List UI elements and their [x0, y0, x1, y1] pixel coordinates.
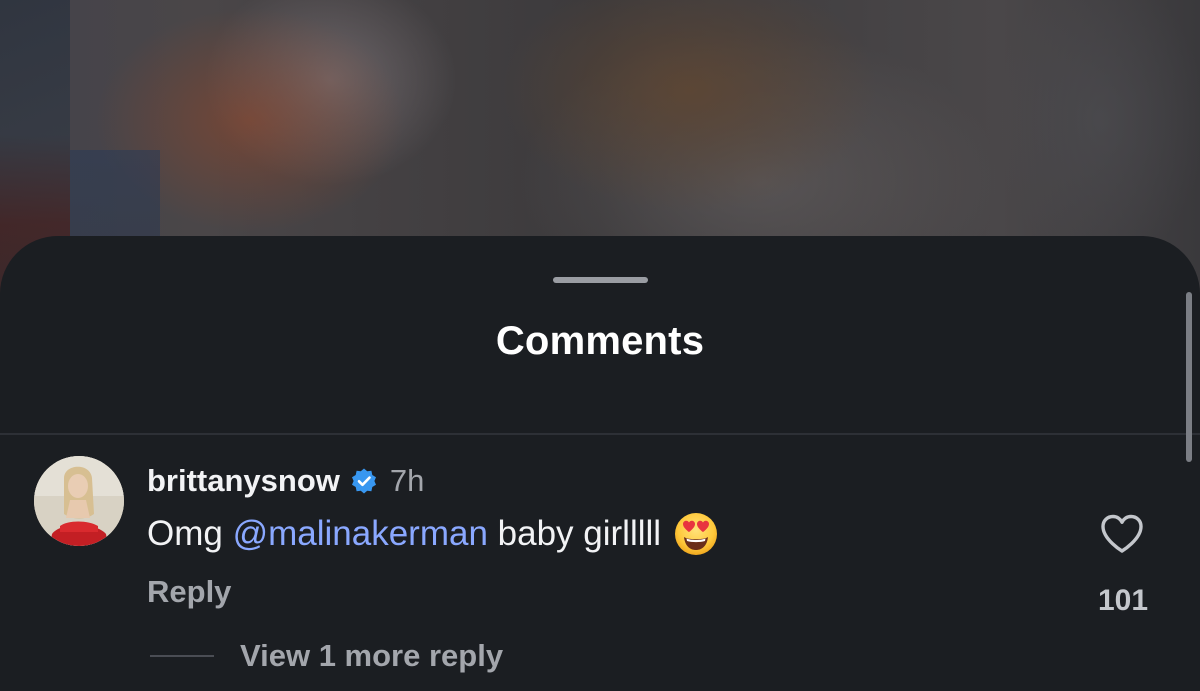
sheet-title: Comments — [495, 319, 705, 363]
comment-text-suffix: baby girlllll — [487, 514, 662, 553]
comment-header: brittanysnow 7h — [147, 461, 424, 501]
view-more-replies-button[interactable]: View 1 more reply — [150, 638, 503, 674]
mention-link[interactable]: @malinakerman — [233, 514, 488, 554]
heart-eyes-emoji-icon — [675, 513, 718, 555]
header-divider — [0, 433, 1200, 435]
heart-icon[interactable] — [1099, 513, 1145, 555]
comments-screen: Comments brittanysnow 7h Omg @malinakerm… — [0, 0, 1200, 691]
comment-timestamp: 7h — [389, 463, 425, 498]
like-count: 101 — [1097, 584, 1149, 617]
avatar[interactable] — [34, 456, 124, 546]
comment-body: Omg @malinakerman baby girlllll — [147, 511, 719, 557]
comments-sheet: Comments brittanysnow 7h Omg @malinakerm… — [0, 236, 1200, 691]
comment-text-prefix: Omg — [147, 514, 233, 553]
scrollbar[interactable] — [1186, 292, 1192, 462]
reply-button[interactable]: Reply — [147, 574, 231, 610]
view-more-replies-label: View 1 more reply — [240, 638, 504, 673]
verified-badge-icon — [351, 468, 376, 494]
sheet-grabber-handle[interactable] — [553, 277, 648, 283]
avatar-photo — [34, 456, 124, 546]
thread-line — [150, 655, 214, 657]
comment-username[interactable]: brittanysnow — [147, 463, 340, 499]
